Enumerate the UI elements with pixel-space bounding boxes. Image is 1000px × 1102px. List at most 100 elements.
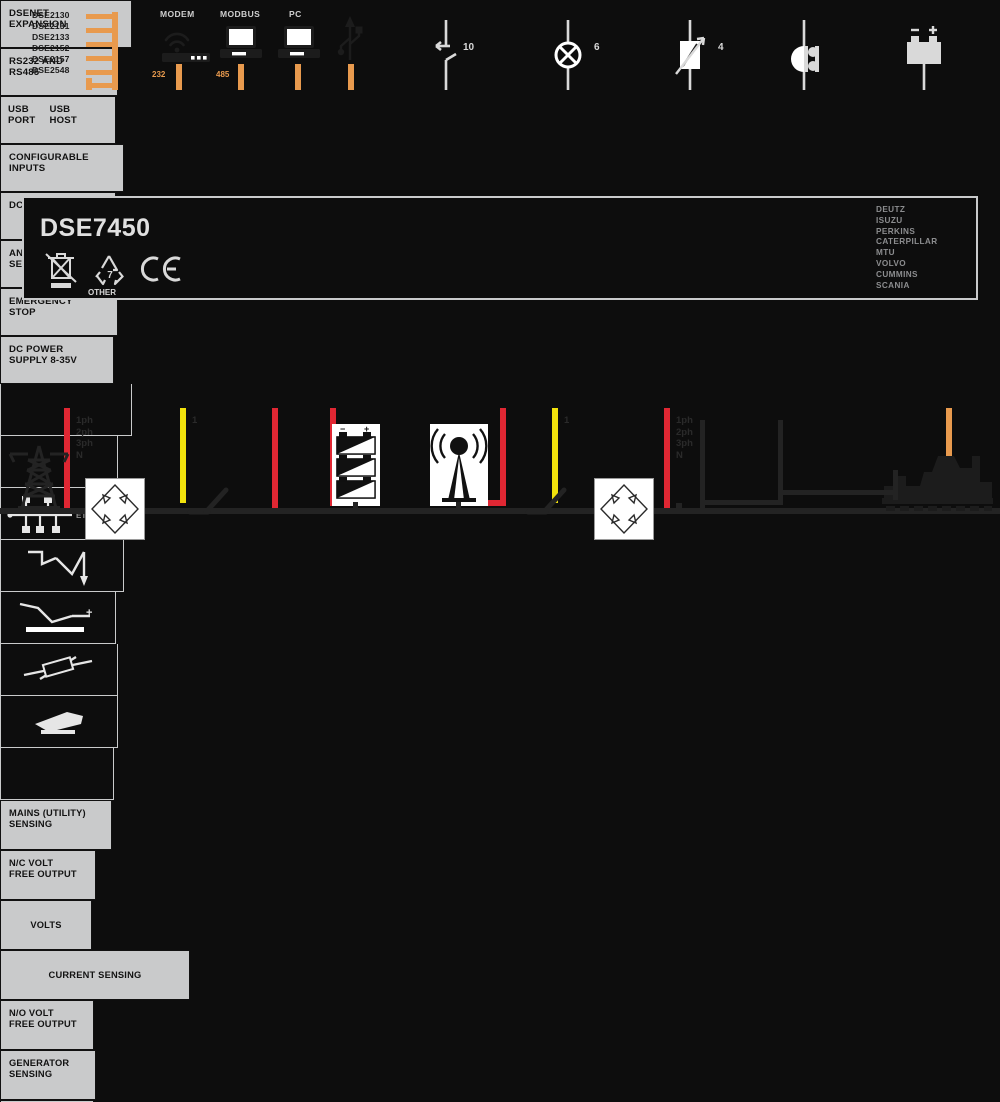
product-title: DSE7450 xyxy=(40,214,151,242)
pylon-lead xyxy=(46,508,86,514)
sender-icon xyxy=(675,20,706,90)
gen-ph-2: 3ph xyxy=(676,438,693,450)
bridge-rectifier-icon xyxy=(91,483,139,535)
gensense-line1: GENERATOR xyxy=(9,1058,70,1068)
modem-label: MODEM xyxy=(160,9,195,19)
battery-bank-icon: − + xyxy=(336,424,376,499)
dcpower-line1: DC POWER xyxy=(9,344,64,355)
right-breaker-icon xyxy=(525,487,567,515)
right-rectifier-box xyxy=(594,478,654,540)
load-red-riser xyxy=(500,408,506,506)
brand-6: CUMMINS xyxy=(876,269,918,279)
gen-feed-vertical-1 xyxy=(700,420,705,512)
brand-3: CATERPILLAR xyxy=(876,237,938,247)
usb-port-line1: USB xyxy=(8,104,29,115)
expansion-module-list: DSE2130 DSE2131 DSE2133 DSE2152 DSE2157 … xyxy=(32,10,70,76)
estop-line2: STOP xyxy=(9,307,36,319)
pc-label: PC xyxy=(289,9,302,19)
battery-lead xyxy=(353,502,358,512)
footer-cell-generator-sensing[interactable]: GENERATOR SENSING xyxy=(0,1050,96,1100)
footer-cell-mains-sensing[interactable]: MAINS (UTILITY) SENSING xyxy=(0,800,112,850)
confinputs-line1: CONFIGURABLE xyxy=(9,152,89,163)
current-sensing-line1: CURRENT SENSING xyxy=(48,969,142,980)
rs485-tag: 485 xyxy=(216,70,230,79)
brand-7: SCANIA xyxy=(876,280,910,290)
volts-line1: VOLTS xyxy=(30,919,62,930)
dc-output-wiring-icon: + xyxy=(19,602,92,632)
mains-ph-1: 2ph xyxy=(76,426,93,438)
battery-bank-box: − + xyxy=(332,424,380,506)
modem-router-icon xyxy=(162,32,210,62)
recycle-number: 7 xyxy=(107,270,113,281)
novolt-line1: N/O VOLT xyxy=(9,1008,54,1018)
usb-port-line2: PORT xyxy=(8,115,36,127)
brand-0: DEUTZ xyxy=(876,205,906,214)
dcpower-line2: SUPPLY 8-35V xyxy=(9,355,77,367)
gen-feed-horizontal-1 xyxy=(700,500,782,505)
gen-red-riser xyxy=(664,408,670,511)
header-cell-usb[interactable]: USB PORT USB HOST xyxy=(0,96,116,144)
volts-red-riser xyxy=(272,408,278,511)
ncvolt-line1: N/C VOLT xyxy=(9,858,54,868)
telecom-tower-box xyxy=(430,424,488,506)
mains-ph-2: 3ph xyxy=(76,438,93,450)
brand-2: PERKINS xyxy=(876,226,916,236)
engine-brand-list: DEUTZ ISUZU PERKINS CATERPILLAR MTU VOLV… xyxy=(876,205,938,292)
module-1: DSE2131 xyxy=(32,21,70,31)
mains-phase-labels: 1ph 2ph 3ph N xyxy=(76,415,93,461)
header-cell-configurable-inputs[interactable]: CONFIGURABLE INPUTS xyxy=(0,144,124,192)
icon-cell-analogue-senders xyxy=(0,644,118,696)
controller-panel xyxy=(22,196,978,300)
module-5: DSE2548 xyxy=(32,65,70,75)
footer-cell-no-volt-free[interactable]: N/O VOLT FREE OUTPUT xyxy=(0,1000,94,1050)
pylon-icon xyxy=(8,445,70,510)
novolt-line2: FREE OUTPUT xyxy=(9,1018,77,1029)
usb-host-line1: USB xyxy=(49,104,71,115)
recycle-text: OTHER xyxy=(88,288,116,297)
modem-drop-wire xyxy=(176,64,182,90)
mains-ph-0: 1ph xyxy=(76,415,93,426)
modbus-label: MODBUS xyxy=(220,9,261,19)
telecom-tower-icon xyxy=(430,428,488,502)
modbus-laptop-icon xyxy=(220,26,262,58)
sender-wiring-icon xyxy=(23,655,93,680)
module-3: DSE2152 xyxy=(32,43,70,53)
rs232-tag: 232 xyxy=(152,70,166,79)
brand-4: MTU xyxy=(876,248,895,258)
ncvolt-line2: FREE OUTPUT xyxy=(9,868,77,879)
usb-drop-wire xyxy=(348,64,354,90)
footer-cell-current-sensing[interactable]: CURRENT SENSING xyxy=(0,950,190,1000)
module-0: DSE2130 xyxy=(32,10,70,20)
header-cell-dc-power-supply[interactable]: DC POWER SUPPLY 8-35V xyxy=(0,336,114,384)
svg-text:+: + xyxy=(86,607,92,619)
icon-cell-configurable-inputs xyxy=(0,540,124,592)
input-wiring-icon xyxy=(28,550,88,586)
estop-icon xyxy=(791,20,819,90)
icon-cell-dc-outputs: + xyxy=(0,592,116,644)
nc-single-label: 1 xyxy=(192,415,198,426)
dsenet-drop-wire xyxy=(86,78,92,90)
gen-feed-horizontal-2 xyxy=(778,490,898,495)
left-rectifier-box xyxy=(85,478,145,540)
brand-1: ISUZU xyxy=(876,215,903,225)
icon-cell-emergency-stop xyxy=(0,696,118,748)
modbus-drop-wire xyxy=(238,64,244,90)
digital-input-icon xyxy=(435,20,457,90)
gen-ph-1: 2ph xyxy=(676,426,693,438)
weee-icon xyxy=(45,253,77,288)
footer-cell-volts[interactable]: VOLTS xyxy=(0,900,92,950)
gen-ph-0: 1ph xyxy=(676,415,693,426)
icon-cell-dc-power-supply xyxy=(0,748,114,800)
battery-icon xyxy=(907,26,941,90)
dc-outputs-count: 6 xyxy=(594,42,600,53)
tower-lead xyxy=(456,502,461,512)
footer-cell-charge-alternator[interactable]: CHARGE ALTERNATOR xyxy=(0,1100,94,1102)
no-single-label: 1 xyxy=(564,415,570,426)
footer-cell-nc-volt-free[interactable]: N/C VOLT FREE OUTPUT xyxy=(0,850,96,900)
configurable-inputs-count: 10 xyxy=(463,42,475,53)
confinputs-line2: INPUTS xyxy=(9,163,46,175)
main-bus-line xyxy=(0,508,1000,514)
module-4: DSE2157 xyxy=(32,54,70,64)
gen-return-line xyxy=(676,503,682,509)
estop-wiring-icon xyxy=(35,711,83,734)
